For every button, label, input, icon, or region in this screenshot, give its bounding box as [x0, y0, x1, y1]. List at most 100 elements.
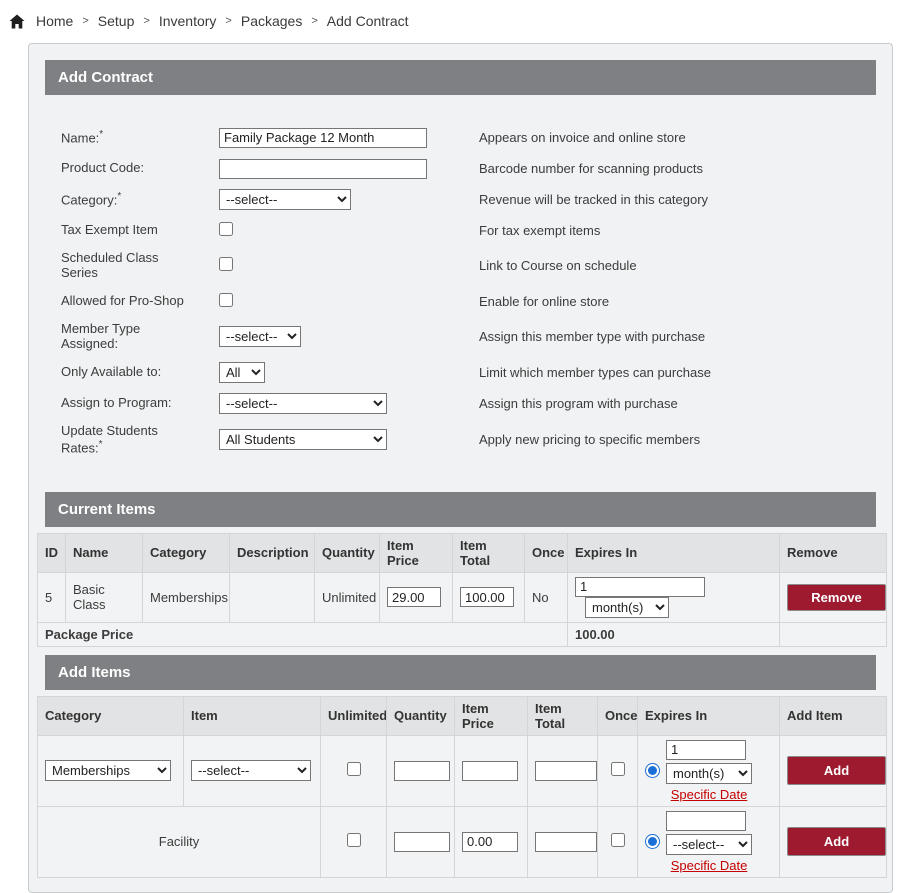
- breadcrumb-separator: >: [225, 15, 231, 27]
- pro-shop-help-text: Enable for online store: [479, 294, 876, 309]
- update-students-select[interactable]: All Students: [219, 429, 387, 450]
- col-header-expires-in: Expires In: [568, 533, 780, 572]
- item-once: No: [525, 572, 568, 622]
- pro-shop-label: Allowed for Pro-Shop: [61, 294, 219, 309]
- current-items-table: ID Name Category Description Quantity It…: [37, 533, 887, 647]
- col-header-item-total: Item Total: [528, 696, 598, 735]
- col-header-item-price: Item Price: [380, 533, 453, 572]
- expires-duration-radio[interactable]: [645, 763, 660, 778]
- once-checkbox[interactable]: [611, 833, 625, 847]
- item-price-input[interactable]: [462, 832, 518, 852]
- expires-unit-select[interactable]: --select--: [666, 834, 752, 855]
- member-type-select[interactable]: --select--: [219, 326, 301, 347]
- update-students-label: Update Students Rates:*: [61, 424, 219, 456]
- breadcrumb-packages[interactable]: Packages: [241, 13, 302, 29]
- category-select[interactable]: --select--: [219, 189, 351, 210]
- item-name: Basic Class: [66, 572, 143, 622]
- item-category: Memberships: [143, 572, 230, 622]
- col-header-once: Once: [525, 533, 568, 572]
- product-code-label: Product Code:: [61, 161, 219, 176]
- expires-in-input[interactable]: [666, 811, 746, 831]
- add-contract-form: Name:* Appears on invoice and online sto…: [37, 95, 884, 484]
- member-type-label: Member Type Assigned:: [61, 322, 219, 352]
- current-item-row: 5 Basic Class Memberships Unlimited No m…: [38, 572, 887, 622]
- add-button[interactable]: Add: [787, 756, 886, 785]
- form-row-assign-program: Assign to Program: --select-- Assign thi…: [61, 393, 876, 414]
- add-button[interactable]: Add: [787, 827, 886, 856]
- add-items-table: Category Item Unlimited Quantity Item Pr…: [37, 696, 887, 878]
- only-available-select[interactable]: All: [219, 362, 265, 383]
- package-price-total: 100.00: [568, 622, 780, 646]
- expires-unit-select[interactable]: month(s): [585, 597, 669, 618]
- expires-in-input[interactable]: [666, 740, 746, 760]
- expires-in-input[interactable]: [575, 577, 705, 597]
- add-items-header-row: Category Item Unlimited Quantity Item Pr…: [38, 696, 887, 735]
- form-row-member-type: Member Type Assigned: --select-- Assign …: [61, 322, 876, 352]
- pro-shop-checkbox[interactable]: [219, 293, 233, 307]
- col-header-unlimited: Unlimited: [321, 696, 387, 735]
- form-row-name: Name:* Appears on invoice and online sto…: [61, 127, 876, 148]
- form-row-product-code: Product Code: Barcode number for scannin…: [61, 158, 876, 179]
- item-total-input[interactable]: [460, 587, 514, 607]
- item-total-input-disabled: [535, 832, 597, 852]
- add-category-select[interactable]: Memberships: [45, 760, 171, 781]
- category-label: Category:*: [61, 191, 219, 208]
- item-quantity: Unlimited: [315, 572, 380, 622]
- col-header-description: Description: [230, 533, 315, 572]
- package-price-row: Package Price 100.00: [38, 622, 887, 646]
- package-price-label: Package Price: [38, 622, 568, 646]
- add-contract-panel: Add Contract Name:* Appears on invoice a…: [28, 43, 893, 893]
- col-header-category: Category: [143, 533, 230, 572]
- remove-button[interactable]: Remove: [787, 584, 886, 611]
- breadcrumb-separator: >: [143, 15, 149, 27]
- home-icon[interactable]: [9, 14, 25, 29]
- tax-exempt-help-text: For tax exempt items: [479, 223, 876, 238]
- unlimited-checkbox[interactable]: [347, 833, 361, 847]
- name-input[interactable]: [219, 128, 427, 148]
- only-available-label: Only Available to:: [61, 365, 219, 380]
- item-price-input[interactable]: [462, 761, 518, 781]
- breadcrumb-add-contract: Add Contract: [327, 13, 409, 29]
- quantity-input[interactable]: [394, 761, 450, 781]
- update-students-help-text: Apply new pricing to specific members: [479, 432, 876, 447]
- tax-exempt-checkbox[interactable]: [219, 222, 233, 236]
- specific-date-link[interactable]: Specific Date: [671, 858, 748, 873]
- facility-label: Facility: [38, 806, 321, 877]
- breadcrumb-inventory[interactable]: Inventory: [159, 13, 217, 29]
- name-help-text: Appears on invoice and online store: [479, 130, 876, 145]
- required-asterisk: *: [117, 191, 121, 202]
- col-header-expires-in: Expires In: [638, 696, 780, 735]
- once-checkbox[interactable]: [611, 762, 625, 776]
- form-row-tax-exempt: Tax Exempt Item For tax exempt items: [61, 220, 876, 241]
- quantity-input[interactable]: [394, 832, 450, 852]
- item-description: [230, 572, 315, 622]
- add-item-row-memberships: Memberships --select-- month(s) Specific…: [38, 735, 887, 806]
- product-code-input[interactable]: [219, 159, 427, 179]
- col-header-item-price: Item Price: [455, 696, 528, 735]
- current-items-header: Current Items: [45, 492, 876, 527]
- required-asterisk: *: [99, 129, 103, 140]
- item-price-input[interactable]: [387, 587, 441, 607]
- col-header-remove: Remove: [780, 533, 887, 572]
- col-header-quantity: Quantity: [315, 533, 380, 572]
- product-code-help-text: Barcode number for scanning products: [479, 161, 876, 176]
- breadcrumb-setup[interactable]: Setup: [98, 13, 135, 29]
- col-header-add-item: Add Item: [780, 696, 887, 735]
- add-contract-header: Add Contract: [45, 60, 876, 95]
- assign-program-help-text: Assign this program with purchase: [479, 396, 876, 411]
- breadcrumb-home[interactable]: Home: [36, 13, 73, 29]
- col-header-category: Category: [38, 696, 184, 735]
- scheduled-class-checkbox[interactable]: [219, 257, 233, 271]
- form-row-only-available: Only Available to: All Limit which membe…: [61, 362, 876, 383]
- form-row-scheduled-class: Scheduled Class Series Link to Course on…: [61, 251, 876, 281]
- add-item-select[interactable]: --select--: [191, 760, 311, 781]
- col-header-quantity: Quantity: [387, 696, 455, 735]
- col-header-id: ID: [38, 533, 66, 572]
- category-help-text: Revenue will be tracked in this category: [479, 192, 876, 207]
- assign-program-select[interactable]: --select--: [219, 393, 387, 414]
- specific-date-link[interactable]: Specific Date: [671, 787, 748, 802]
- expires-unit-select[interactable]: month(s): [666, 763, 752, 784]
- unlimited-checkbox[interactable]: [347, 762, 361, 776]
- item-total-input-disabled: [535, 761, 597, 781]
- form-row-update-students: Update Students Rates:* All Students App…: [61, 424, 876, 456]
